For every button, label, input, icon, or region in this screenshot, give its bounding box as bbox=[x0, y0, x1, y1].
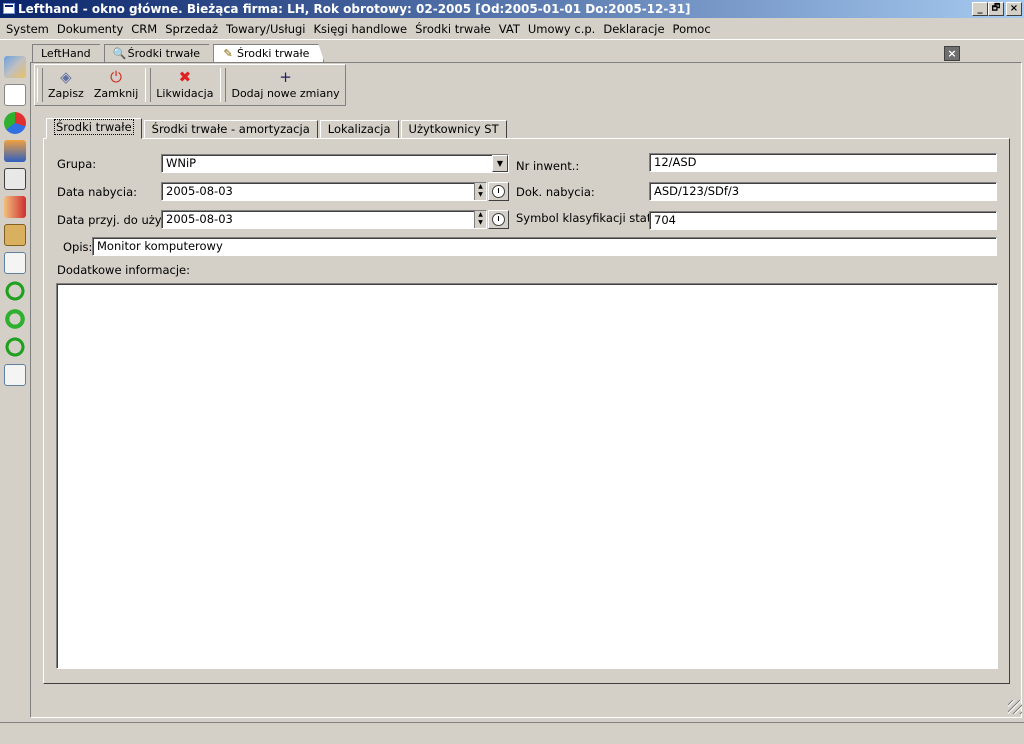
description-field[interactable]: Monitor komputerowy bbox=[92, 237, 997, 256]
tab-label: Środki trwałe bbox=[54, 119, 134, 135]
menu-vat[interactable]: VAT bbox=[495, 19, 524, 39]
inventory-number-label: Nr inwent.: bbox=[516, 159, 580, 173]
menu-pomoc[interactable]: Pomoc bbox=[669, 19, 715, 39]
acquired-date-label: Data nabycia: bbox=[57, 185, 137, 199]
tab-amortyzacja[interactable]: Środki trwałe - amortyzacja bbox=[143, 120, 318, 139]
undo-arrow-icon[interactable] bbox=[4, 280, 26, 302]
in-use-date-field[interactable]: 2005-08-03 ▲ ▼ bbox=[161, 210, 487, 229]
menu-deklaracje[interactable]: Deklaracje bbox=[599, 19, 668, 39]
description-value: Monitor komputerowy bbox=[97, 239, 223, 253]
doc-tab-label: Środki trwałe bbox=[127, 46, 201, 60]
menu-srodki-trwale[interactable]: Środki trwałe bbox=[411, 19, 495, 39]
resize-grip[interactable] bbox=[1008, 700, 1022, 714]
acquired-date-value: 2005-08-03 bbox=[166, 184, 233, 198]
extra-info-label: Dodatkowe informacje: bbox=[57, 263, 190, 277]
group-combobox[interactable]: WNiP ▼ bbox=[161, 154, 509, 173]
chart-icon[interactable] bbox=[4, 112, 26, 134]
report-icon[interactable] bbox=[4, 364, 26, 386]
doc-tab-label: LeftHand bbox=[41, 46, 91, 60]
acquisition-document-label: Dok. nabycia: bbox=[516, 185, 595, 199]
minimize-button[interactable]: _ bbox=[972, 2, 988, 16]
add-changes-button[interactable]: + Dodaj nowe zmiany bbox=[226, 65, 344, 105]
close-label: Zamknij bbox=[93, 87, 139, 100]
contacts-icon[interactable] bbox=[4, 196, 26, 218]
tools-icon[interactable] bbox=[4, 56, 26, 78]
menu-umowy-cp[interactable]: Umowy c.p. bbox=[524, 19, 599, 39]
power-icon: ⏻ bbox=[110, 68, 122, 86]
menu-sprzedaz[interactable]: Sprzedaż bbox=[161, 19, 222, 39]
magnifier-icon: 🔍 bbox=[112, 46, 127, 60]
status-bar bbox=[0, 722, 1024, 744]
document-icon[interactable] bbox=[4, 84, 26, 106]
save-button[interactable]: ◈ Zapisz bbox=[43, 65, 89, 105]
inventory-number-value: 12/ASD bbox=[654, 155, 697, 169]
extra-info-textarea[interactable] bbox=[56, 283, 998, 669]
stat-symbol-field[interactable]: 704 bbox=[649, 211, 997, 230]
group-label: Grupa: bbox=[57, 157, 97, 171]
acquisition-document-field[interactable]: ASD/123/SDf/3 bbox=[649, 182, 997, 201]
date-spinner[interactable]: ▲ ▼ bbox=[474, 183, 486, 200]
tab-lokalizacja[interactable]: Lokalizacja bbox=[319, 120, 399, 139]
refresh-icon[interactable] bbox=[4, 308, 26, 330]
tab-uzytkownicy-st[interactable]: Użytkownicy ST bbox=[400, 120, 507, 139]
users-icon[interactable] bbox=[4, 140, 26, 162]
menu-crm[interactable]: CRM bbox=[127, 19, 161, 39]
menu-ksiegi-handlowe[interactable]: Księgi handlowe bbox=[309, 19, 411, 39]
plus-icon: + bbox=[279, 68, 292, 86]
stat-symbol-value: 704 bbox=[654, 213, 676, 227]
eraser-save-icon: ◈ bbox=[60, 68, 72, 86]
date-spinner[interactable]: ▲ ▼ bbox=[474, 211, 486, 228]
toolbar: ◈ Zapisz ⏻ Zamknij ✖ Likwidacja + Dodaj … bbox=[34, 64, 346, 106]
tab-label: Środki trwałe - amortyzacja bbox=[151, 122, 310, 136]
doc-tab-srodki-trwale-edit[interactable]: ✎ Środki trwałe bbox=[213, 44, 324, 62]
shortcut-sidebar bbox=[0, 44, 30, 724]
inventory-number-field[interactable]: 12/ASD bbox=[649, 153, 997, 172]
save-label: Zapisz bbox=[48, 87, 84, 100]
window-title: Lefthand - okno główne. Bieżąca firma: L… bbox=[18, 2, 691, 16]
tab-label: Lokalizacja bbox=[327, 122, 391, 136]
close-window-button[interactable]: × bbox=[1006, 2, 1022, 16]
menu-bar: System Dokumenty CRM Sprzedaż Towary/Usł… bbox=[0, 19, 1024, 40]
close-document-icon[interactable]: × bbox=[944, 46, 960, 61]
menu-towary-uslugi[interactable]: Towary/Usługi bbox=[222, 19, 309, 39]
add-changes-label: Dodaj nowe zmiany bbox=[231, 87, 340, 100]
clock-icon bbox=[492, 213, 505, 226]
close-button[interactable]: ⏻ Zamknij bbox=[89, 65, 143, 105]
red-x-icon: ✖ bbox=[178, 68, 192, 86]
doc-tab-srodki-trwale-search[interactable]: 🔍 Środki trwałe bbox=[104, 44, 215, 62]
pages-icon[interactable] bbox=[4, 252, 26, 274]
restore-button[interactable]: 🗗 bbox=[988, 2, 1004, 16]
package-icon[interactable] bbox=[4, 224, 26, 246]
document-tabs: LeftHand 🔍 Środki trwałe ✎ Środki trwałe bbox=[32, 44, 322, 62]
calendar-clock-button[interactable] bbox=[488, 182, 509, 201]
tab-label: Użytkownicy ST bbox=[408, 122, 499, 136]
clock-icon bbox=[492, 185, 505, 198]
group-value: WNiP bbox=[166, 156, 197, 170]
doc-tab-label: Środki trwałe bbox=[237, 46, 310, 60]
redo-arrow-icon[interactable] bbox=[4, 336, 26, 358]
liquidate-button[interactable]: ✖ Likwidacja bbox=[151, 65, 218, 105]
menu-system[interactable]: System bbox=[2, 19, 53, 39]
window-title-bar: Lefthand - okno główne. Bieżąca firma: L… bbox=[0, 0, 1024, 18]
liquidate-label: Likwidacja bbox=[156, 87, 214, 100]
in-use-date-value: 2005-08-03 bbox=[166, 212, 233, 226]
tab-srodki-trwale[interactable]: Środki trwałe bbox=[46, 118, 142, 139]
chevron-down-icon[interactable]: ▼ bbox=[492, 155, 508, 172]
calendar-clock-button[interactable] bbox=[488, 210, 509, 229]
app-icon bbox=[3, 3, 15, 14]
id-card-icon[interactable] bbox=[4, 168, 26, 190]
acquired-date-field[interactable]: 2005-08-03 ▲ ▼ bbox=[161, 182, 487, 201]
edit-document-icon: ✎ bbox=[223, 46, 233, 60]
description-label: Opis: bbox=[63, 240, 93, 254]
menu-dokumenty[interactable]: Dokumenty bbox=[53, 19, 127, 39]
acquisition-document-value: ASD/123/SDf/3 bbox=[654, 184, 740, 198]
content-tabs: Środki trwałe Środki trwałe - amortyzacj… bbox=[46, 118, 509, 139]
doc-tab-lefthand[interactable]: LeftHand bbox=[32, 44, 106, 62]
